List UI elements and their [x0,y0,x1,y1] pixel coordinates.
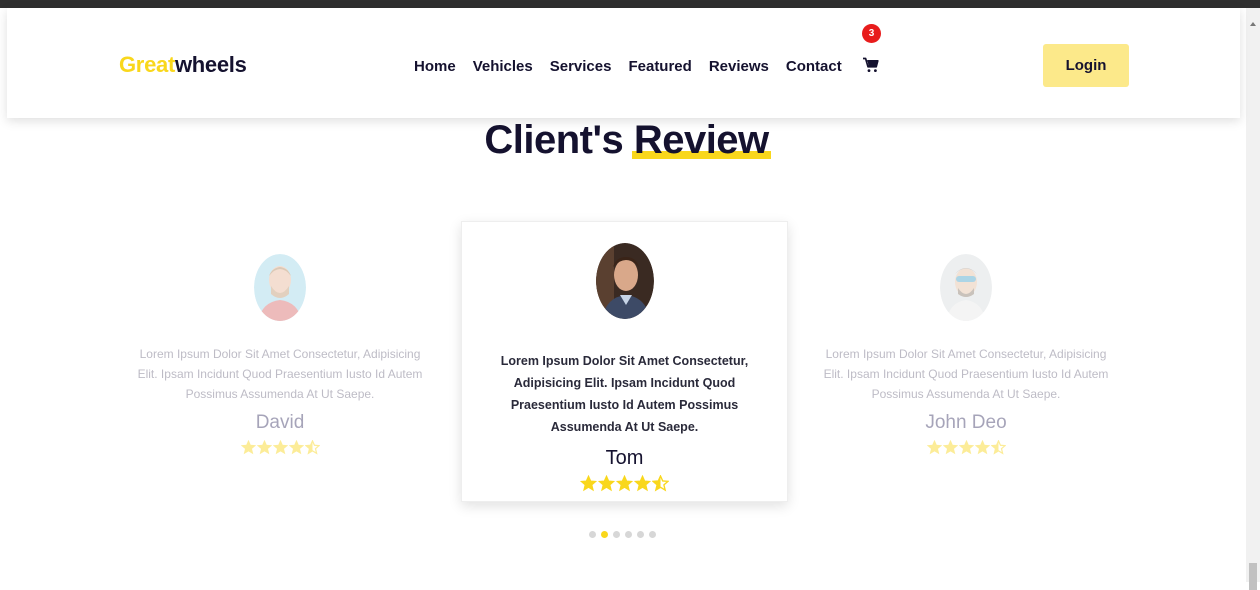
avatar-john-deo [940,254,992,321]
reviewer-name-john-deo: John Deo [925,412,1007,433]
avatar-david [254,254,306,321]
nav-reviews[interactable]: Reviews [709,58,769,75]
cart-icon[interactable] [863,57,879,73]
logo-accent: Great [119,52,175,77]
star-half-icon [304,440,320,455]
slider-pagination [589,531,656,538]
section-title: Client's Review [0,118,1253,163]
review-text-tom: Lorem Ipsum Dolor Sit Amet Consectetur, … [500,354,749,434]
star-icon [598,475,615,492]
nav-services[interactable]: Services [550,58,612,75]
nav-vehicles[interactable]: Vehicles [473,58,533,75]
slider-dot[interactable] [613,531,620,538]
star-icon [580,475,597,492]
slider-dot[interactable] [649,531,656,538]
slider-dot[interactable] [625,531,632,538]
rating-stars-john-deo [816,440,1116,455]
reviewer-name-david: David [255,412,305,433]
star-icon [272,440,288,455]
review-content-tom: Lorem Ipsum Dolor Sit Amet Consectetur, … [462,243,787,492]
vertical-scrollbar[interactable] [1246,8,1260,590]
star-icon [974,440,990,455]
logo[interactable]: Greatwheels [119,52,247,78]
star-icon [288,440,304,455]
star-icon [958,440,974,455]
review-text-david: Lorem Ipsum Dolor Sit Amet Consectetur, … [137,347,423,401]
title-start: Client's [484,118,634,162]
review-card-david: Lorem Ipsum Dolor Sit Amet Consectetur, … [130,254,430,455]
nav-contact[interactable]: Contact [786,58,842,75]
scroll-thumb[interactable] [1249,563,1257,590]
star-icon [942,440,958,455]
nav-home[interactable]: Home [414,58,456,75]
slider-dot[interactable] [589,531,596,538]
star-icon [926,440,942,455]
slider-dot[interactable] [637,531,644,538]
main-nav: Home Vehicles Services Featured Reviews … [414,58,859,75]
logo-rest: wheels [174,52,247,77]
browser-top-strip [0,0,1260,8]
review-card-john-deo: Lorem Ipsum Dolor Sit Amet Consectetur, … [816,254,1116,455]
star-icon [616,475,633,492]
avatar-tom [595,243,654,319]
slider-dot[interactable] [601,531,608,538]
scroll-up-arrow-icon[interactable] [1250,22,1256,26]
login-button[interactable]: Login [1043,44,1129,87]
title-highlight: Review [631,118,771,162]
rating-stars-david [130,440,430,455]
rating-stars-tom [462,475,787,492]
review-text-john-deo: Lorem Ipsum Dolor Sit Amet Consectetur, … [823,347,1109,401]
star-icon [256,440,272,455]
star-icon [634,475,651,492]
star-half-icon [652,475,669,492]
cart-badge: 3 [862,24,881,43]
review-card-tom: Lorem Ipsum Dolor Sit Amet Consectetur, … [461,221,788,502]
site-header: Greatwheels Home Vehicles Services Featu… [7,8,1240,118]
nav-featured[interactable]: Featured [628,58,691,75]
star-icon [240,440,256,455]
reviewer-name-tom: Tom [605,447,644,469]
star-half-icon [990,440,1006,455]
